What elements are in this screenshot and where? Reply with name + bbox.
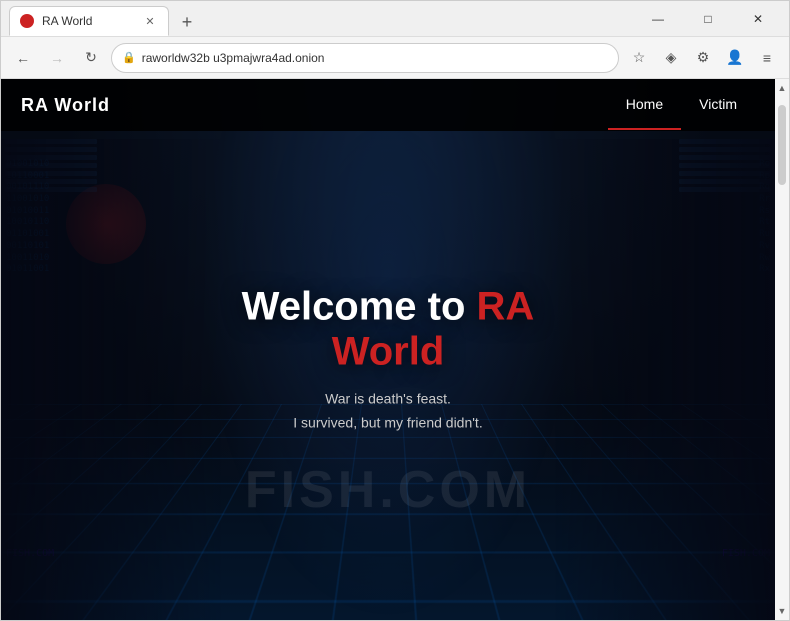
browser-body: 01001010 10110001 00101110 11001010 0101… <box>1 79 789 620</box>
tunnel-left <box>1 139 221 620</box>
browser-window: RA World ✕ + — □ ✕ ← → ↻ 🔒 raworldw32b u… <box>0 0 790 621</box>
tab-strip: RA World ✕ + <box>9 1 635 36</box>
site-navbar: RA World Home Victim <box>1 79 775 131</box>
window-controls: — □ ✕ <box>635 3 781 35</box>
active-tab[interactable]: RA World ✕ <box>9 6 169 36</box>
title-bar: RA World ✕ + — □ ✕ <box>1 1 789 37</box>
scrollbar-arrow-down[interactable]: ▼ <box>775 604 789 618</box>
page-content: 01001010 10110001 00101110 11001010 0101… <box>1 79 775 620</box>
new-tab-button[interactable]: + <box>173 8 201 36</box>
hero-title-prefix: Welcome to <box>242 284 477 328</box>
bookmark-button[interactable]: ☆ <box>625 44 653 72</box>
forward-button[interactable]: → <box>43 44 71 72</box>
nav-link-home[interactable]: Home <box>608 80 681 130</box>
hero-content: Welcome to RA World War is death's feast… <box>195 284 582 430</box>
refresh-button[interactable]: ↻ <box>77 44 105 72</box>
site-nav-links: Home Victim <box>608 80 755 130</box>
scrollbar-thumb[interactable] <box>778 105 786 185</box>
close-button[interactable]: ✕ <box>735 3 781 35</box>
minimize-button[interactable]: — <box>635 3 681 35</box>
website: 01001010 10110001 00101110 11001010 0101… <box>1 79 775 620</box>
tunnel-right <box>555 139 775 620</box>
address-text: raworldw32b u3pmajwra4ad.onion <box>142 51 608 65</box>
menu-button[interactable]: ≡ <box>753 44 781 72</box>
shield-button[interactable]: ◈ <box>657 44 685 72</box>
nav-bar: ← → ↻ 🔒 raworldw32b u3pmajwra4ad.onion ☆… <box>1 37 789 79</box>
extensions-button[interactable]: ⚙ <box>689 44 717 72</box>
hero-title: Welcome to RA World <box>195 284 582 374</box>
hero-subtitle-2: I survived, but my friend didn't. <box>195 414 582 430</box>
nav-link-victim[interactable]: Victim <box>681 80 755 130</box>
tab-favicon <box>20 14 34 28</box>
tab-title: RA World <box>42 14 134 28</box>
site-brand: RA World <box>21 95 110 116</box>
lock-icon: 🔒 <box>122 51 136 64</box>
address-bar[interactable]: 🔒 raworldw32b u3pmajwra4ad.onion <box>111 43 619 73</box>
back-button[interactable]: ← <box>9 44 37 72</box>
scrollbar-track[interactable]: ▲ ▼ <box>775 79 789 620</box>
nav-icons: ☆ ◈ ⚙ 👤 ≡ <box>625 44 781 72</box>
maximize-button[interactable]: □ <box>685 3 731 35</box>
scrollbar-arrow-up[interactable]: ▲ <box>775 81 789 95</box>
tab-close-button[interactable]: ✕ <box>142 13 158 29</box>
profile-button[interactable]: 👤 <box>721 44 749 72</box>
hero-subtitle-1: War is death's feast. <box>195 390 582 406</box>
